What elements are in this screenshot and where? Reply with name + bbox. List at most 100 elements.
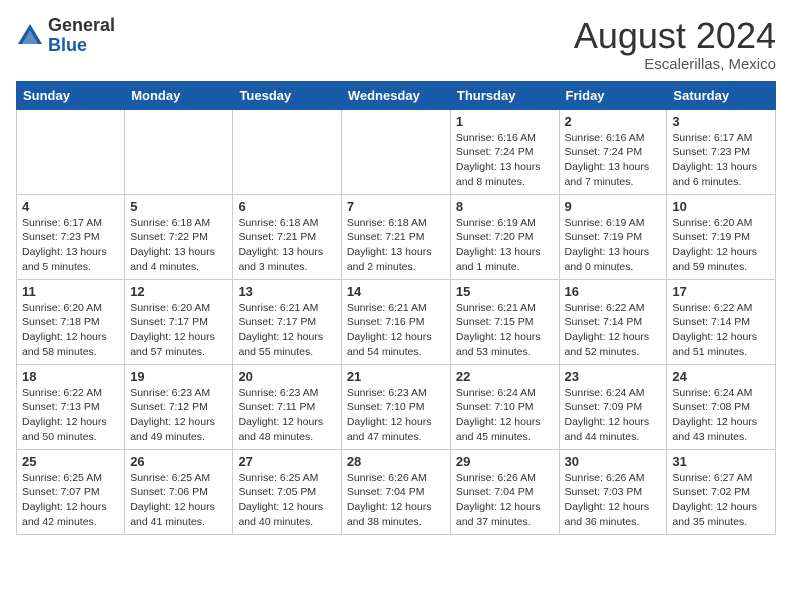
calendar-cell	[17, 109, 125, 194]
day-info: Sunrise: 6:22 AM Sunset: 7:14 PM Dayligh…	[672, 301, 770, 360]
day-info: Sunrise: 6:27 AM Sunset: 7:02 PM Dayligh…	[672, 471, 770, 530]
day-info: Sunrise: 6:20 AM Sunset: 7:19 PM Dayligh…	[672, 216, 770, 275]
calendar-week-row: 4 Sunrise: 6:17 AM Sunset: 7:23 PM Daylig…	[17, 194, 776, 279]
day-number: 21	[347, 369, 445, 384]
month-year: August 2024	[574, 16, 776, 56]
day-number: 9	[565, 199, 662, 214]
logo-general-text: General	[48, 15, 115, 35]
weekday-header-row: SundayMondayTuesdayWednesdayThursdayFrid…	[17, 81, 776, 109]
logo: General Blue	[16, 16, 115, 56]
day-number: 18	[22, 369, 119, 384]
day-info: Sunrise: 6:17 AM Sunset: 7:23 PM Dayligh…	[22, 216, 119, 275]
day-number: 27	[238, 454, 335, 469]
calendar-cell: 28Sunrise: 6:26 AM Sunset: 7:04 PM Dayli…	[341, 449, 450, 534]
logo-blue-text: Blue	[48, 35, 87, 55]
day-info: Sunrise: 6:21 AM Sunset: 7:15 PM Dayligh…	[456, 301, 554, 360]
day-number: 20	[238, 369, 335, 384]
weekday-header: Saturday	[667, 81, 776, 109]
day-info: Sunrise: 6:16 AM Sunset: 7:24 PM Dayligh…	[456, 131, 554, 190]
day-info: Sunrise: 6:23 AM Sunset: 7:11 PM Dayligh…	[238, 386, 335, 445]
day-info: Sunrise: 6:18 AM Sunset: 7:21 PM Dayligh…	[347, 216, 445, 275]
day-info: Sunrise: 6:26 AM Sunset: 7:04 PM Dayligh…	[456, 471, 554, 530]
location: Escalerillas, Mexico	[574, 56, 776, 73]
calendar-week-row: 25Sunrise: 6:25 AM Sunset: 7:07 PM Dayli…	[17, 449, 776, 534]
calendar-cell: 13 Sunrise: 6:21 AM Sunset: 7:17 PM Dayli…	[233, 279, 341, 364]
calendar-week-row: 11Sunrise: 6:20 AM Sunset: 7:18 PM Dayli…	[17, 279, 776, 364]
day-number: 23	[565, 369, 662, 384]
day-info: Sunrise: 6:25 AM Sunset: 7:05 PM Dayligh…	[238, 471, 335, 530]
calendar-cell: 11Sunrise: 6:20 AM Sunset: 7:18 PM Dayli…	[17, 279, 125, 364]
day-info: Sunrise: 6:22 AM Sunset: 7:13 PM Dayligh…	[22, 386, 119, 445]
day-info: Sunrise: 6:23 AM Sunset: 7:12 PM Dayligh…	[130, 386, 227, 445]
calendar-cell: 29 Sunrise: 6:26 AM Sunset: 7:04 PM Dayli…	[450, 449, 559, 534]
day-number: 5	[130, 199, 227, 214]
day-number: 15	[456, 284, 554, 299]
calendar-cell: 23 Sunrise: 6:24 AM Sunset: 7:09 PM Dayli…	[559, 364, 667, 449]
calendar-cell: 9Sunrise: 6:19 AM Sunset: 7:19 PM Daylig…	[559, 194, 667, 279]
logo-icon	[16, 22, 44, 50]
calendar-cell: 17 Sunrise: 6:22 AM Sunset: 7:14 PM Dayli…	[667, 279, 776, 364]
calendar-cell: 24 Sunrise: 6:24 AM Sunset: 7:08 PM Dayli…	[667, 364, 776, 449]
day-info: Sunrise: 6:26 AM Sunset: 7:04 PM Dayligh…	[347, 471, 445, 530]
title-block: August 2024 Escalerillas, Mexico	[574, 16, 776, 73]
day-number: 11	[22, 284, 119, 299]
day-number: 30	[565, 454, 662, 469]
day-info: Sunrise: 6:19 AM Sunset: 7:20 PM Dayligh…	[456, 216, 554, 275]
day-number: 22	[456, 369, 554, 384]
day-number: 8	[456, 199, 554, 214]
calendar-cell: 18 Sunrise: 6:22 AM Sunset: 7:13 PM Dayli…	[17, 364, 125, 449]
calendar-cell: 14Sunrise: 6:21 AM Sunset: 7:16 PM Dayli…	[341, 279, 450, 364]
calendar-cell	[125, 109, 233, 194]
calendar-cell: 30 Sunrise: 6:26 AM Sunset: 7:03 PM Dayli…	[559, 449, 667, 534]
calendar-cell: 25Sunrise: 6:25 AM Sunset: 7:07 PM Dayli…	[17, 449, 125, 534]
calendar-cell: 2Sunrise: 6:16 AM Sunset: 7:24 PM Daylig…	[559, 109, 667, 194]
calendar-cell: 15 Sunrise: 6:21 AM Sunset: 7:15 PM Dayli…	[450, 279, 559, 364]
weekday-header: Wednesday	[341, 81, 450, 109]
page-header: General Blue August 2024 Escalerillas, M…	[16, 16, 776, 73]
day-number: 2	[565, 114, 662, 129]
day-number: 7	[347, 199, 445, 214]
calendar-cell: 12 Sunrise: 6:20 AM Sunset: 7:17 PM Dayli…	[125, 279, 233, 364]
day-info: Sunrise: 6:17 AM Sunset: 7:23 PM Dayligh…	[672, 131, 770, 190]
day-info: Sunrise: 6:26 AM Sunset: 7:03 PM Dayligh…	[565, 471, 662, 530]
calendar-cell: 16 Sunrise: 6:22 AM Sunset: 7:14 PM Dayli…	[559, 279, 667, 364]
day-number: 19	[130, 369, 227, 384]
day-number: 17	[672, 284, 770, 299]
day-number: 24	[672, 369, 770, 384]
day-info: Sunrise: 6:18 AM Sunset: 7:21 PM Dayligh…	[238, 216, 335, 275]
day-info: Sunrise: 6:24 AM Sunset: 7:09 PM Dayligh…	[565, 386, 662, 445]
calendar-cell: 31 Sunrise: 6:27 AM Sunset: 7:02 PM Dayli…	[667, 449, 776, 534]
day-number: 12	[130, 284, 227, 299]
weekday-header: Tuesday	[233, 81, 341, 109]
day-number: 26	[130, 454, 227, 469]
day-info: Sunrise: 6:24 AM Sunset: 7:08 PM Dayligh…	[672, 386, 770, 445]
calendar-cell: 10 Sunrise: 6:20 AM Sunset: 7:19 PM Dayli…	[667, 194, 776, 279]
calendar-cell: 27 Sunrise: 6:25 AM Sunset: 7:05 PM Dayli…	[233, 449, 341, 534]
day-info: Sunrise: 6:21 AM Sunset: 7:17 PM Dayligh…	[238, 301, 335, 360]
calendar-cell: 26Sunrise: 6:25 AM Sunset: 7:06 PM Dayli…	[125, 449, 233, 534]
day-info: Sunrise: 6:20 AM Sunset: 7:17 PM Dayligh…	[130, 301, 227, 360]
calendar-table: SundayMondayTuesdayWednesdayThursdayFrid…	[16, 81, 776, 535]
calendar-cell: 3 Sunrise: 6:17 AM Sunset: 7:23 PM Daylig…	[667, 109, 776, 194]
day-number: 16	[565, 284, 662, 299]
weekday-header: Monday	[125, 81, 233, 109]
day-number: 31	[672, 454, 770, 469]
calendar-cell: 4 Sunrise: 6:17 AM Sunset: 7:23 PM Daylig…	[17, 194, 125, 279]
day-info: Sunrise: 6:24 AM Sunset: 7:10 PM Dayligh…	[456, 386, 554, 445]
calendar-cell: 19 Sunrise: 6:23 AM Sunset: 7:12 PM Dayli…	[125, 364, 233, 449]
day-info: Sunrise: 6:25 AM Sunset: 7:07 PM Dayligh…	[22, 471, 119, 530]
day-number: 3	[672, 114, 770, 129]
day-number: 10	[672, 199, 770, 214]
calendar-cell: 7 Sunrise: 6:18 AM Sunset: 7:21 PM Daylig…	[341, 194, 450, 279]
day-number: 1	[456, 114, 554, 129]
day-number: 4	[22, 199, 119, 214]
calendar-cell	[233, 109, 341, 194]
calendar-cell: 8 Sunrise: 6:19 AM Sunset: 7:20 PM Daylig…	[450, 194, 559, 279]
calendar-week-row: 1 Sunrise: 6:16 AM Sunset: 7:24 PM Daylig…	[17, 109, 776, 194]
day-number: 29	[456, 454, 554, 469]
day-number: 13	[238, 284, 335, 299]
day-info: Sunrise: 6:21 AM Sunset: 7:16 PM Dayligh…	[347, 301, 445, 360]
day-number: 6	[238, 199, 335, 214]
day-info: Sunrise: 6:22 AM Sunset: 7:14 PM Dayligh…	[565, 301, 662, 360]
calendar-cell: 20 Sunrise: 6:23 AM Sunset: 7:11 PM Dayli…	[233, 364, 341, 449]
